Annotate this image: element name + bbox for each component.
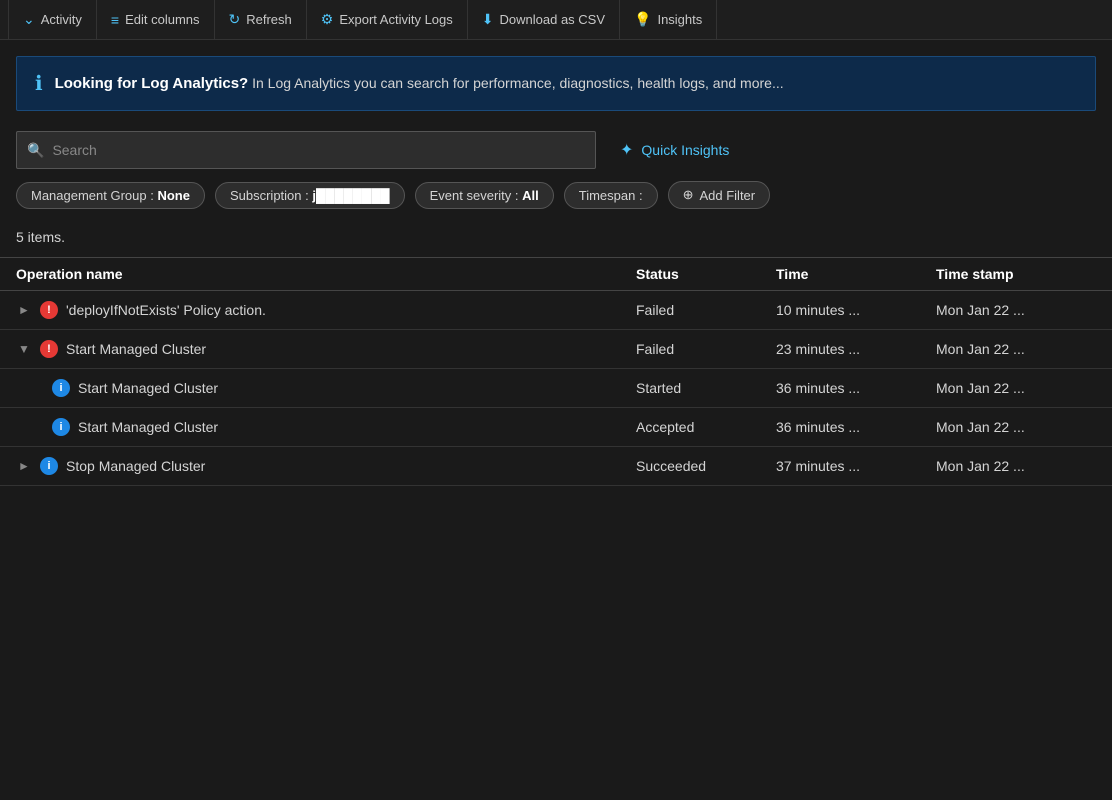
filter-timespan[interactable]: Timespan : — [564, 182, 658, 209]
items-count: 5 items. — [0, 221, 1112, 257]
toolbar-download[interactable]: ⬇ Download as CSV — [468, 0, 620, 39]
bulb-icon: 💡 — [634, 11, 651, 28]
toolbar-edit-columns-label: Edit columns — [125, 12, 199, 27]
row-time: 23 minutes ... — [776, 341, 936, 357]
quick-insights-button[interactable]: ✦ Quick Insights — [620, 140, 729, 160]
search-box[interactable]: 🔍 — [16, 131, 596, 169]
toolbar-refresh[interactable]: ↻ Refresh — [215, 0, 307, 39]
header-status: Status — [636, 266, 776, 282]
filter-subscription[interactable]: Subscription : j████████ — [215, 182, 405, 209]
row-time: 36 minutes ... — [776, 419, 936, 435]
row-status: Accepted — [636, 419, 776, 435]
search-row: 🔍 ✦ Quick Insights — [0, 111, 1112, 181]
banner-text: Looking for Log Analytics? In Log Analyt… — [55, 75, 784, 92]
download-icon: ⬇ — [482, 11, 494, 28]
row-status: Failed — [636, 341, 776, 357]
row-timestamp: Mon Jan 22 ... — [936, 341, 1096, 357]
search-icon: 🔍 — [27, 142, 44, 159]
expand-icon[interactable]: ► — [16, 459, 32, 473]
filter-management-group[interactable]: Management Group : None — [16, 182, 205, 209]
header-operation-name: Operation name — [16, 266, 636, 282]
row-timestamp: Mon Jan 22 ... — [936, 302, 1096, 318]
toolbar-download-label: Download as CSV — [500, 12, 606, 27]
info-icon: i — [52, 418, 70, 436]
toolbar-insights-label: Insights — [657, 12, 702, 27]
refresh-icon: ↻ — [229, 11, 241, 28]
header-time: Time — [776, 266, 936, 282]
toolbar-activity[interactable]: ⌄ Activity — [8, 0, 97, 39]
toolbar: ⌄ Activity ≡ Edit columns ↻ Refresh ⚙ Ex… — [0, 0, 1112, 40]
row-operation-name: ► i Stop Managed Cluster — [16, 457, 636, 475]
activity-table: Operation name Status Time Time stamp ► … — [0, 257, 1112, 486]
info-icon: i — [52, 379, 70, 397]
row-operation-name: i Start Managed Cluster — [16, 418, 636, 436]
filter-row: Management Group : None Subscription : j… — [0, 181, 1112, 221]
error-icon: ! — [40, 340, 58, 358]
row-timestamp: Mon Jan 22 ... — [936, 380, 1096, 396]
row-time: 37 minutes ... — [776, 458, 936, 474]
table-row[interactable]: i Start Managed Cluster Started 36 minut… — [0, 369, 1112, 408]
info-icon: ℹ — [35, 71, 43, 96]
expand-icon[interactable]: ▼ — [16, 342, 32, 356]
row-operation-name: ▼ ! Start Managed Cluster — [16, 340, 636, 358]
add-filter-label: Add Filter — [699, 188, 755, 203]
row-time: 36 minutes ... — [776, 380, 936, 396]
toolbar-edit-columns[interactable]: ≡ Edit columns — [97, 0, 215, 39]
table-row[interactable]: ▼ ! Start Managed Cluster Failed 23 minu… — [0, 330, 1112, 369]
row-time: 10 minutes ... — [776, 302, 936, 318]
quick-insights-label: Quick Insights — [641, 142, 729, 158]
row-status: Started — [636, 380, 776, 396]
row-operation-name: i Start Managed Cluster — [16, 379, 636, 397]
table-row[interactable]: i Start Managed Cluster Accepted 36 minu… — [0, 408, 1112, 447]
row-timestamp: Mon Jan 22 ... — [936, 419, 1096, 435]
gear-icon: ⚙ — [321, 11, 334, 28]
table-row[interactable]: ► i Stop Managed Cluster Succeeded 37 mi… — [0, 447, 1112, 486]
filter-event-severity[interactable]: Event severity : All — [415, 182, 554, 209]
row-timestamp: Mon Jan 22 ... — [936, 458, 1096, 474]
row-status: Failed — [636, 302, 776, 318]
toolbar-export-label: Export Activity Logs — [339, 12, 452, 27]
table-row[interactable]: ► ! 'deployIfNotExists' Policy action. F… — [0, 291, 1112, 330]
columns-icon: ≡ — [111, 12, 119, 28]
toolbar-activity-label: Activity — [41, 12, 82, 27]
info-icon: i — [40, 457, 58, 475]
toolbar-export[interactable]: ⚙ Export Activity Logs — [307, 0, 468, 39]
search-input[interactable] — [52, 142, 585, 158]
error-icon: ! — [40, 301, 58, 319]
header-timestamp: Time stamp — [936, 266, 1096, 282]
toolbar-refresh-label: Refresh — [246, 12, 292, 27]
toolbar-insights[interactable]: 💡 Insights — [620, 0, 717, 39]
row-operation-name: ► ! 'deployIfNotExists' Policy action. — [16, 301, 636, 319]
expand-icon[interactable]: ► — [16, 303, 32, 317]
add-filter-button[interactable]: ⊕ Add Filter — [668, 181, 771, 209]
table-header: Operation name Status Time Time stamp — [0, 257, 1112, 291]
info-banner: ℹ Looking for Log Analytics? In Log Anal… — [16, 56, 1096, 111]
quick-insights-icon: ✦ — [620, 140, 633, 160]
chevron-down-icon: ⌄ — [23, 11, 35, 28]
add-filter-icon: ⊕ — [683, 187, 694, 203]
row-status: Succeeded — [636, 458, 776, 474]
